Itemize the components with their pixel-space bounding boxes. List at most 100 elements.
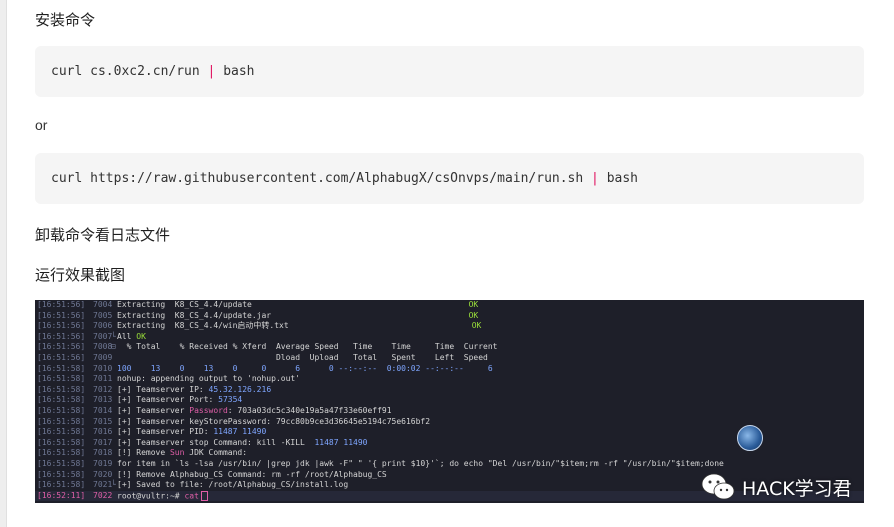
terminal-text: root@vultr:~# cat: [117, 490, 208, 502]
terminal-text: [!] Remove Sun JDK Command:: [117, 448, 247, 459]
terminal-text-main: [+] Teamserver PID:: [117, 427, 214, 437]
terminal-text-main: [+] Saved to file: /root/Alphabug_CS/ins…: [117, 480, 349, 490]
terminal-line-number: 7015: [93, 416, 113, 426]
terminal-text-main: [!] Remove Alphabug_CS Command: rm -rf /…: [117, 469, 387, 479]
terminal-text: % Total % Received % Xferd Average Speed…: [117, 342, 498, 353]
terminal-timestamp: [16:51:56]: [37, 331, 86, 341]
terminal-text-main: Dload Upload Total Spent Left Speed: [117, 353, 488, 362]
terminal-fold-marker: └: [111, 331, 116, 341]
globe-icon: [737, 425, 763, 451]
terminal-text-rest: : 703a03dc5c340e19a5a47f33e60eff91: [227, 406, 392, 415]
alt-command-text: curl https://raw.githubusercontent.com/A…: [51, 171, 592, 186]
terminal-highlight-value: Sun: [169, 448, 185, 458]
terminal-ok-status: OK: [468, 310, 479, 320]
terminal-line: [16:51:58] 7013 [+] Teamserver Port: 57354: [35, 395, 864, 406]
terminal-line: [16:51:58] 7019 for item in `ls -lsa /usr/…: [35, 459, 864, 470]
terminal-ok-status: OK: [136, 331, 146, 341]
terminal-timestamp: [16:51:58]: [37, 469, 86, 479]
result-heading: 运行效果截图: [35, 266, 126, 284]
alt-command-bash: bash: [598, 171, 639, 186]
terminal-line-number: 7010: [93, 363, 113, 373]
terminal-highlight-value: Password: [189, 406, 228, 415]
terminal-timestamp: [16:51:58]: [37, 395, 86, 405]
terminal-timestamp: [16:51:56]: [37, 342, 86, 352]
terminal-text-main: [+] Teamserver keyStorePassword: 79cc80b…: [117, 416, 431, 426]
terminal-text-main: 100 13 0 13 0 0 6 0 --:--:-- 0:00:02 --:…: [117, 363, 493, 373]
terminal-text: 100 13 0 13 0 0 6 0 --:--:-- 0:00:02 --:…: [117, 364, 493, 375]
terminal-text-main: [+] Teamserver IP:: [117, 384, 209, 394]
terminal-timestamp: [16:51:58]: [37, 448, 86, 458]
terminal-text-main: All: [117, 331, 137, 341]
terminal-text: [+] Teamserver stop Command: kill -KILL …: [117, 438, 367, 449]
terminal-line: [16:51:56] 7008 ⊟ % Total % Received % Xfe…: [35, 342, 864, 353]
terminal-text: [+] Teamserver PID: 11487 11490: [117, 427, 266, 438]
wechat-icon: [701, 473, 735, 500]
terminal-line-number: 7005: [93, 310, 113, 320]
terminal-line-number: 7013: [93, 395, 113, 405]
terminal-line-number: 7022: [93, 490, 113, 500]
terminal-line: [16:51:58] 7018 [!] Remove Sun JDK Command…: [35, 448, 864, 459]
terminal-timestamp: [16:51:56]: [37, 353, 86, 362]
terminal-line-number: 7021: [93, 480, 113, 490]
terminal-line: [16:51:58] 7012 [+] Teamserver IP: 45.32.1…: [35, 385, 864, 396]
terminal-line: [16:51:58] 7015 [+] Teamserver keyStorePas…: [35, 417, 864, 428]
terminal-fold-marker: └: [111, 480, 116, 490]
terminal-text: [+] Teamserver keyStorePassword: 79cc80b…: [117, 417, 430, 428]
terminal-line: [16:51:58] 7010 100 13 0 13 0 0 6 0 --:--:…: [35, 364, 864, 375]
terminal-timestamp: [16:51:58]: [37, 427, 86, 437]
terminal-ok-status: OK: [471, 321, 482, 331]
terminal-text: nohup: appending output to 'nohup.out': [117, 374, 300, 385]
terminal-line-number: 7018: [93, 448, 113, 458]
terminal-line-number: 7009: [93, 353, 113, 362]
install-heading: 安装命令: [35, 11, 96, 29]
terminal-text: [+] Teamserver IP: 45.32.126.216: [117, 385, 271, 396]
terminal-text-main: nohup: appending output to 'nohup.out': [117, 374, 301, 384]
terminal-line-number: 7016: [93, 427, 113, 437]
terminal-timestamp: [16:51:58]: [37, 384, 86, 394]
terminal-text-main: Extracting K8_CS_4.4/win启动中转.txt: [117, 321, 472, 331]
terminal-text: for item in `ls -lsa /usr/bin/ |grep jdk…: [117, 459, 724, 470]
terminal-line: [16:51:58] 7011 nohup: appending output to…: [35, 374, 864, 385]
terminal-text: Extracting K8_CS_4.4/win启动中转.txt OK: [117, 321, 481, 332]
terminal-highlight-value: 11487 11490: [314, 437, 368, 447]
terminal-text-main: [+] Teamserver: [117, 406, 190, 415]
terminal-timestamp: [16:51:56]: [37, 321, 86, 331]
install-code-block[interactable]: curl cs.0xc2.cn/run | bash: [35, 46, 864, 97]
terminal-text-main: [!] Remove: [117, 448, 170, 458]
terminal-timestamp: [16:51:56]: [37, 310, 86, 320]
alt-install-code-block[interactable]: curl https://raw.githubusercontent.com/A…: [35, 153, 864, 204]
watermark-text: HACK学习君: [742, 477, 852, 500]
terminal-text: [+] Teamserver Password: 703a03dc5c340e1…: [117, 406, 392, 417]
terminal-ok-status: OK: [468, 300, 479, 309]
terminal-line-number: 7017: [93, 437, 113, 447]
terminal-timestamp: [16:51:58]: [37, 374, 86, 384]
terminal-text-main: Extracting K8_CS_4.4/update.jar: [117, 310, 469, 320]
terminal-text: [+] Saved to file: /root/Alphabug_CS/ins…: [117, 480, 348, 491]
terminal-line-number: 7012: [93, 384, 113, 394]
terminal-timestamp: [16:51:58]: [37, 480, 86, 490]
terminal-line: [16:51:56] 7006 Extracting K8_CS_4.4/win启动…: [35, 321, 864, 332]
terminal-text-main: [+] Teamserver Port:: [117, 395, 219, 405]
terminal-timestamp: [16:51:58]: [37, 363, 86, 373]
terminal-timestamp: [16:52:11]: [37, 490, 86, 500]
terminal-line-number: 7008: [93, 342, 113, 352]
uninstall-heading: 卸载命令看日志文件: [35, 226, 171, 244]
terminal-cursor[interactable]: [200, 490, 208, 501]
left-margin-bar: [0, 0, 7, 527]
terminal-line: [16:51:56] 7005 Extracting K8_CS_4.4/updat…: [35, 311, 864, 322]
terminal-text-main: Extracting K8_CS_4.4/update: [117, 300, 469, 309]
terminal-text: All OK: [117, 332, 146, 343]
terminal-timestamp: [16:51:58]: [37, 437, 86, 447]
terminal-line-number: 7011: [93, 374, 113, 384]
terminal-text: Extracting K8_CS_4.4/update.jar OK: [117, 311, 478, 322]
terminal-line: [16:51:56] 7009 Dload Upload Total Spent …: [35, 353, 864, 364]
terminal-text-rest: JDK Command:: [184, 448, 248, 458]
terminal-highlight-value: cat: [184, 491, 199, 501]
terminal-text-main: [+] Teamserver stop Command: kill -KILL: [117, 437, 315, 447]
or-separator: or: [35, 117, 48, 133]
terminal-highlight-value: 11487 11490: [213, 427, 267, 437]
watermark: HACK学习君: [700, 470, 852, 504]
terminal-line-number: 7007: [93, 331, 113, 341]
terminal-line-number: 7006: [93, 321, 113, 331]
terminal-line: [16:51:56] 7004 Extracting K8_CS_4.4/updat…: [35, 300, 864, 311]
